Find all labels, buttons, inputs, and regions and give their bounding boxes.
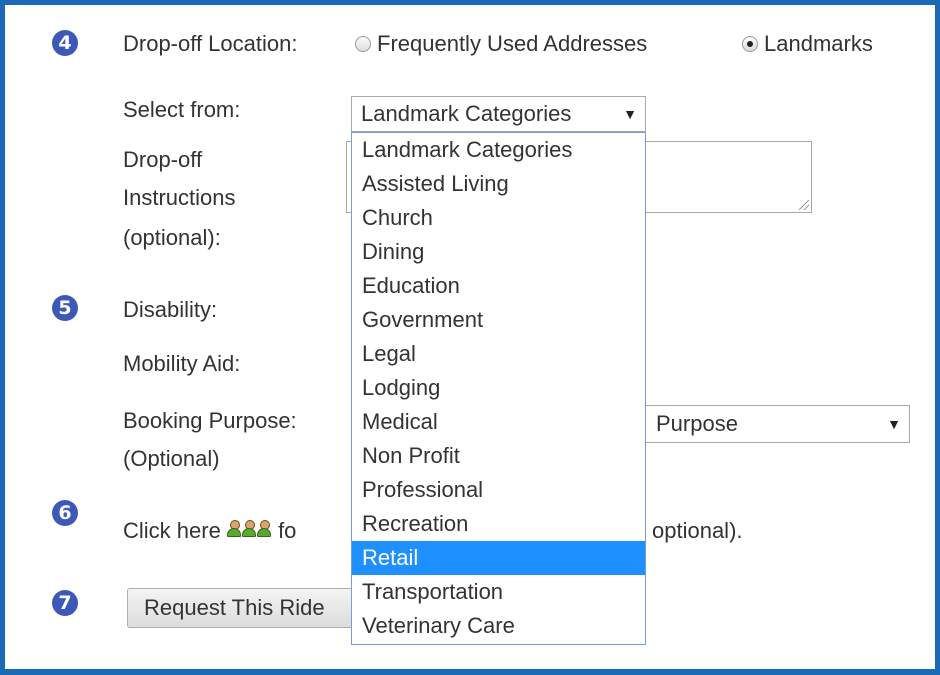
- dropdown-option-non-profit[interactable]: Non Profit: [352, 439, 645, 473]
- dropdown-option-medical[interactable]: Medical: [352, 405, 645, 439]
- dropdown-option-assisted-living[interactable]: Assisted Living: [352, 167, 645, 201]
- dropdown-option-recreation[interactable]: Recreation: [352, 507, 645, 541]
- dropoff-instructions-label-line3: (optional):: [123, 225, 221, 250]
- chevron-down-icon: ▼: [623, 106, 637, 122]
- companions-icon[interactable]: [226, 520, 272, 538]
- resize-grip-icon[interactable]: [799, 200, 809, 210]
- disability-label: Disability:: [123, 297, 218, 322]
- dropdown-option-professional[interactable]: Professional: [352, 473, 645, 507]
- dropoff-instructions-label-line2: Instructions: [123, 185, 236, 210]
- mobility-aid-label: Mobility Aid:: [123, 351, 241, 376]
- booking-purpose-select[interactable]: Purpose ▼: [600, 405, 910, 443]
- landmark-category-dropdown-list[interactable]: Landmark Categories Assisted Living Church…: [351, 132, 646, 645]
- radio-landmarks-label: Landmarks: [764, 31, 873, 56]
- radio-checked-icon[interactable]: [742, 36, 758, 52]
- dropdown-option-veterinary-care[interactable]: Veterinary Care: [352, 609, 645, 643]
- radio-unchecked-icon[interactable]: [355, 36, 371, 52]
- dropoff-location-label: Drop-off Location:: [123, 31, 298, 56]
- dropdown-option-church[interactable]: Church: [352, 201, 645, 235]
- select-from-label: Select from:: [123, 97, 241, 122]
- dropdown-option-lodging[interactable]: Lodging: [352, 371, 645, 405]
- request-ride-button[interactable]: Request This Ride: [127, 588, 367, 628]
- dropdown-option-landmark-categories[interactable]: Landmark Categories: [352, 133, 645, 167]
- step-7-badge: 7: [52, 590, 78, 616]
- radio-frequent-label: Frequently Used Addresses: [377, 31, 648, 56]
- booking-purpose-label: Booking Purpose:: [123, 408, 297, 433]
- companions-text: Click here fo: [123, 518, 296, 544]
- dropdown-option-government[interactable]: Government: [352, 303, 645, 337]
- booking-purpose-optional-label: (Optional): [123, 446, 220, 471]
- radio-landmarks[interactable]: Landmarks: [742, 31, 873, 57]
- step-6-badge: 6: [52, 500, 78, 526]
- dropdown-option-education[interactable]: Education: [352, 269, 645, 303]
- dropdown-option-dining[interactable]: Dining: [352, 235, 645, 269]
- chevron-down-icon: ▼: [887, 416, 901, 432]
- radio-frequent-addresses[interactable]: Frequently Used Addresses: [355, 31, 647, 57]
- step-4-badge: 4: [52, 30, 78, 56]
- dropdown-option-retail[interactable]: Retail: [352, 541, 645, 575]
- step-5-badge: 5: [52, 295, 78, 321]
- dropdown-option-transportation[interactable]: Transportation: [352, 575, 645, 609]
- dropdown-option-legal[interactable]: Legal: [352, 337, 645, 371]
- dropoff-instructions-label-line1: Drop-off: [123, 147, 203, 172]
- landmark-category-select-value: Landmark Categories: [361, 101, 572, 126]
- companions-text-mid: fo: [278, 518, 297, 543]
- companions-text-end: optional).: [652, 518, 743, 543]
- landmark-category-select[interactable]: Landmark Categories ▼: [351, 96, 646, 132]
- companions-text-start: Click here: [123, 518, 221, 543]
- booking-purpose-select-value: Purpose: [656, 411, 738, 436]
